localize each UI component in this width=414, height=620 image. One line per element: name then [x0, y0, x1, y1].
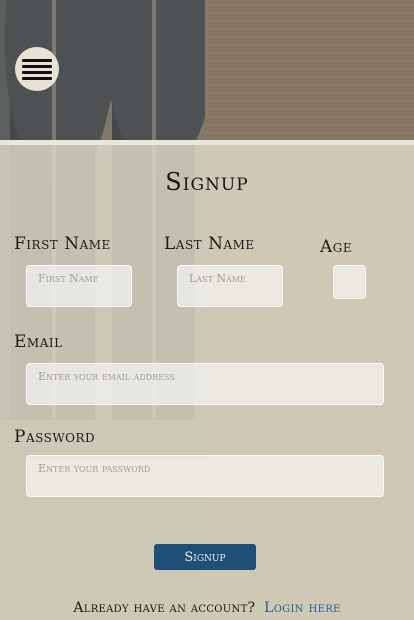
password-label: Password	[14, 427, 96, 447]
first-name-label: First Name	[14, 234, 111, 254]
signup-button[interactable]: Signup	[154, 544, 256, 570]
first-name-input[interactable]	[26, 265, 132, 307]
login-prompt: Already have an account? Login here	[0, 600, 414, 616]
email-input[interactable]	[26, 363, 384, 405]
menu-button[interactable]	[15, 47, 59, 91]
last-name-label: Last Name	[164, 234, 255, 254]
age-input[interactable]	[333, 265, 366, 299]
password-input[interactable]	[26, 455, 384, 497]
login-prompt-text: Already have an account?	[73, 600, 256, 616]
last-name-input[interactable]	[177, 265, 283, 307]
page-title: Signup	[165, 168, 249, 196]
email-label: Email	[14, 332, 63, 352]
login-link[interactable]: Login here	[264, 600, 340, 616]
hamburger-icon	[22, 56, 52, 83]
age-label: Age	[320, 237, 353, 257]
